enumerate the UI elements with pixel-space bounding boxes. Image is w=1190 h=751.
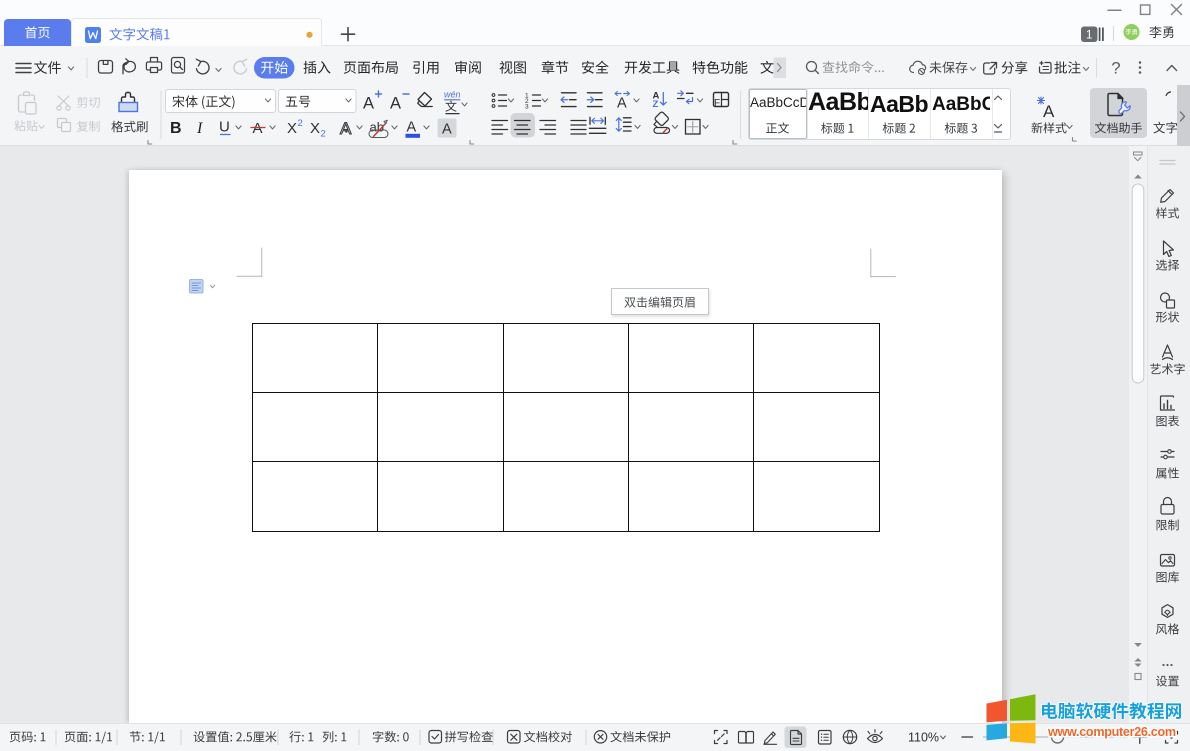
svg-text:A: A bbox=[340, 119, 352, 138]
svg-text:U: U bbox=[219, 119, 230, 136]
svg-text:3: 3 bbox=[525, 103, 529, 110]
svg-text:110%: 110% bbox=[908, 731, 939, 745]
svg-text:2: 2 bbox=[298, 118, 303, 129]
svg-text:A: A bbox=[617, 96, 627, 112]
svg-text:Z: Z bbox=[653, 99, 659, 110]
svg-text:A: A bbox=[363, 95, 374, 113]
svg-text:?: ? bbox=[1111, 60, 1120, 78]
svg-text:2: 2 bbox=[321, 129, 326, 140]
svg-text:A: A bbox=[1043, 102, 1055, 121]
svg-text:F: F bbox=[714, 98, 720, 109]
svg-text:A: A bbox=[253, 120, 263, 137]
svg-text:A: A bbox=[390, 95, 401, 113]
svg-text:A: A bbox=[407, 120, 417, 136]
svg-text:1: 1 bbox=[1086, 29, 1092, 41]
svg-text:I: I bbox=[196, 120, 203, 137]
svg-text:X: X bbox=[287, 120, 297, 137]
svg-text:B: B bbox=[170, 120, 182, 137]
svg-text:A: A bbox=[442, 122, 452, 138]
svg-text:X: X bbox=[310, 120, 320, 137]
svg-text:wén: wén bbox=[444, 90, 461, 100]
svg-text:www.computer26.com: www.computer26.com bbox=[1047, 725, 1176, 739]
